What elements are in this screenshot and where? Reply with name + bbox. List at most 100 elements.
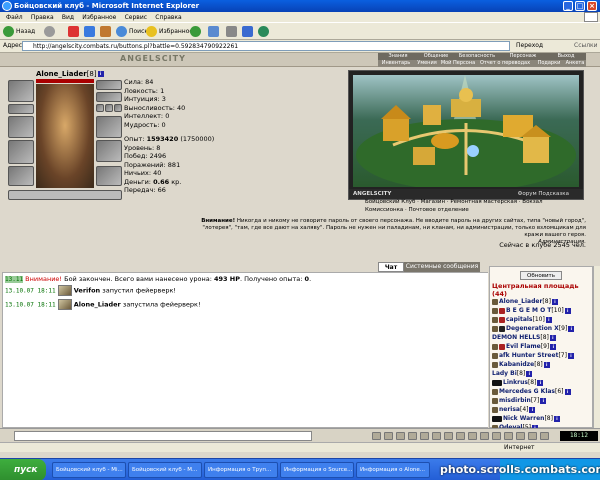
- nav-exit[interactable]: Выход: [546, 53, 586, 60]
- refresh-list-button[interactable]: Обновить: [520, 271, 562, 280]
- info-icon[interactable]: i: [529, 406, 536, 413]
- filter-icon[interactable]: [396, 432, 405, 440]
- home-button[interactable]: [100, 25, 113, 39]
- menu-help[interactable]: Справка: [155, 14, 181, 21]
- mail-icon[interactable]: [492, 432, 501, 440]
- maximize-button[interactable]: □: [575, 1, 585, 11]
- ring-slot-1[interactable]: [96, 104, 104, 112]
- music-icon[interactable]: [528, 432, 537, 440]
- info-icon[interactable]: i: [564, 388, 571, 395]
- info-icon[interactable]: i: [97, 71, 104, 77]
- location-fight-club[interactable]: Бойцовский Клуб: [365, 199, 415, 205]
- font-icon[interactable]: [408, 432, 417, 440]
- stop-button[interactable]: [68, 25, 81, 39]
- user-item[interactable]: Degeneration X[9] i: [492, 324, 575, 333]
- nav-gifts[interactable]: Подарки: [534, 60, 564, 67]
- address-input[interactable]: http://angelscity.combats.ru/buttons.pl?…: [22, 41, 510, 51]
- search-button[interactable]: Поиск: [116, 25, 148, 39]
- info-icon[interactable]: i: [550, 343, 557, 350]
- taskbar-item[interactable]: Информация о Труп...: [204, 462, 278, 478]
- ring-slot-2[interactable]: [105, 104, 113, 112]
- start-button[interactable]: пуск: [0, 459, 46, 480]
- chat-message-input[interactable]: [14, 431, 312, 441]
- user-item[interactable]: Alone_Liader[8] i: [492, 297, 558, 306]
- user-item[interactable]: Mercedes G Klas[6] i: [492, 387, 571, 396]
- user-item[interactable]: afk Hunter Street[7] i: [492, 351, 574, 360]
- user-item[interactable]: Linkrus[8] i: [492, 378, 544, 387]
- info-panel-icon[interactable]: [468, 432, 477, 440]
- nav-transfer-report[interactable]: Отчет о переводах: [476, 60, 534, 67]
- info-icon[interactable]: i: [526, 370, 533, 377]
- chat-user-link[interactable]: Alone_Liader: [74, 301, 121, 309]
- fight-icon[interactable]: [432, 432, 441, 440]
- print-button[interactable]: [226, 25, 239, 39]
- user-item[interactable]: Lady Bi[8] i: [492, 369, 533, 378]
- chat-user-link[interactable]: Verifon: [74, 287, 100, 295]
- amulet-slot[interactable]: [96, 92, 122, 102]
- bracelet-slot[interactable]: [8, 104, 34, 114]
- scroll-lock-icon[interactable]: [420, 432, 429, 440]
- user-item[interactable]: misdirbin[7] i: [492, 396, 547, 405]
- nav-inventory[interactable]: Инвентарь: [378, 60, 414, 67]
- tab-chat[interactable]: Чат: [378, 262, 404, 272]
- city-map-image[interactable]: [353, 75, 579, 187]
- map-icon[interactable]: [456, 432, 465, 440]
- location-station[interactable]: Вокзал: [522, 199, 542, 205]
- taskbar-item[interactable]: Информация о Source...: [280, 462, 354, 478]
- boots-slot[interactable]: [96, 166, 122, 186]
- user-item[interactable]: DEMON HELLS[8] i: [492, 333, 556, 342]
- info-icon[interactable]: i: [537, 379, 544, 386]
- info-icon[interactable]: i: [545, 316, 552, 323]
- user-item[interactable]: Kabanidze[8] i: [492, 360, 550, 369]
- taskbar-item[interactable]: Бойцовский клуб - Mi...: [52, 462, 126, 478]
- nav-knowledge[interactable]: Знания: [378, 53, 418, 60]
- exit-icon[interactable]: [540, 432, 549, 440]
- nav-my-character[interactable]: Мой Персона: [440, 60, 476, 67]
- forward-button[interactable]: [44, 25, 57, 39]
- menu-file[interactable]: Файл: [6, 14, 23, 21]
- quest-icon[interactable]: [516, 432, 525, 440]
- shield-slot[interactable]: [96, 140, 122, 162]
- menu-favorites[interactable]: Избранное: [82, 14, 116, 21]
- user-list-scrollbar[interactable]: [593, 266, 600, 428]
- user-item[interactable]: capitals[10] i: [492, 315, 552, 324]
- character-name[interactable]: Alone_Liader[8] i: [36, 70, 104, 78]
- armor-slot[interactable]: [8, 140, 34, 164]
- belt-slot[interactable]: [8, 166, 34, 186]
- close-button[interactable]: ×: [587, 1, 597, 11]
- info-icon[interactable]: i: [567, 352, 574, 359]
- helmet-slot[interactable]: [8, 80, 34, 102]
- nav-profile[interactable]: Анкета: [564, 60, 586, 67]
- nav-communication[interactable]: Общение: [418, 53, 454, 60]
- smile-icon[interactable]: [372, 432, 381, 440]
- edit-button[interactable]: [242, 25, 255, 39]
- weapon-slot[interactable]: [8, 116, 34, 138]
- info-icon[interactable]: i: [540, 397, 547, 404]
- location-commission[interactable]: Комиссионка: [365, 207, 403, 213]
- pocket-slots[interactable]: [8, 190, 122, 200]
- taskbar-item[interactable]: Бойцовский клуб - M...: [128, 462, 202, 478]
- nav-security[interactable]: Безопасность: [454, 53, 500, 60]
- location-shop[interactable]: Магазин: [421, 199, 445, 205]
- gloves-slot[interactable]: [96, 116, 122, 138]
- menu-tools[interactable]: Сервис: [125, 14, 147, 21]
- trade-icon[interactable]: [504, 432, 513, 440]
- ring-slot-3[interactable]: [114, 104, 122, 112]
- taskbar-item[interactable]: Информация о Alone...: [356, 462, 430, 478]
- earring-slot[interactable]: [96, 80, 122, 90]
- refresh-button[interactable]: [84, 25, 97, 39]
- tab-system-messages[interactable]: Системные сообщения: [404, 262, 480, 272]
- settings-icon[interactable]: [480, 432, 489, 440]
- favorites-button[interactable]: Избранное: [146, 25, 193, 39]
- minimize-button[interactable]: _: [563, 1, 573, 11]
- inventory-icon[interactable]: [444, 432, 453, 440]
- location-post[interactable]: Почтовое отделение: [409, 207, 469, 213]
- info-icon[interactable]: i: [553, 415, 560, 422]
- history-button[interactable]: [190, 25, 203, 39]
- mail-button[interactable]: [208, 25, 221, 39]
- user-item[interactable]: nerisa[4] i: [492, 405, 536, 414]
- messenger-button[interactable]: [258, 25, 271, 39]
- info-icon[interactable]: i: [568, 325, 575, 332]
- clear-icon[interactable]: [384, 432, 393, 440]
- user-item[interactable]: B E G E M O T[10] i: [492, 306, 571, 315]
